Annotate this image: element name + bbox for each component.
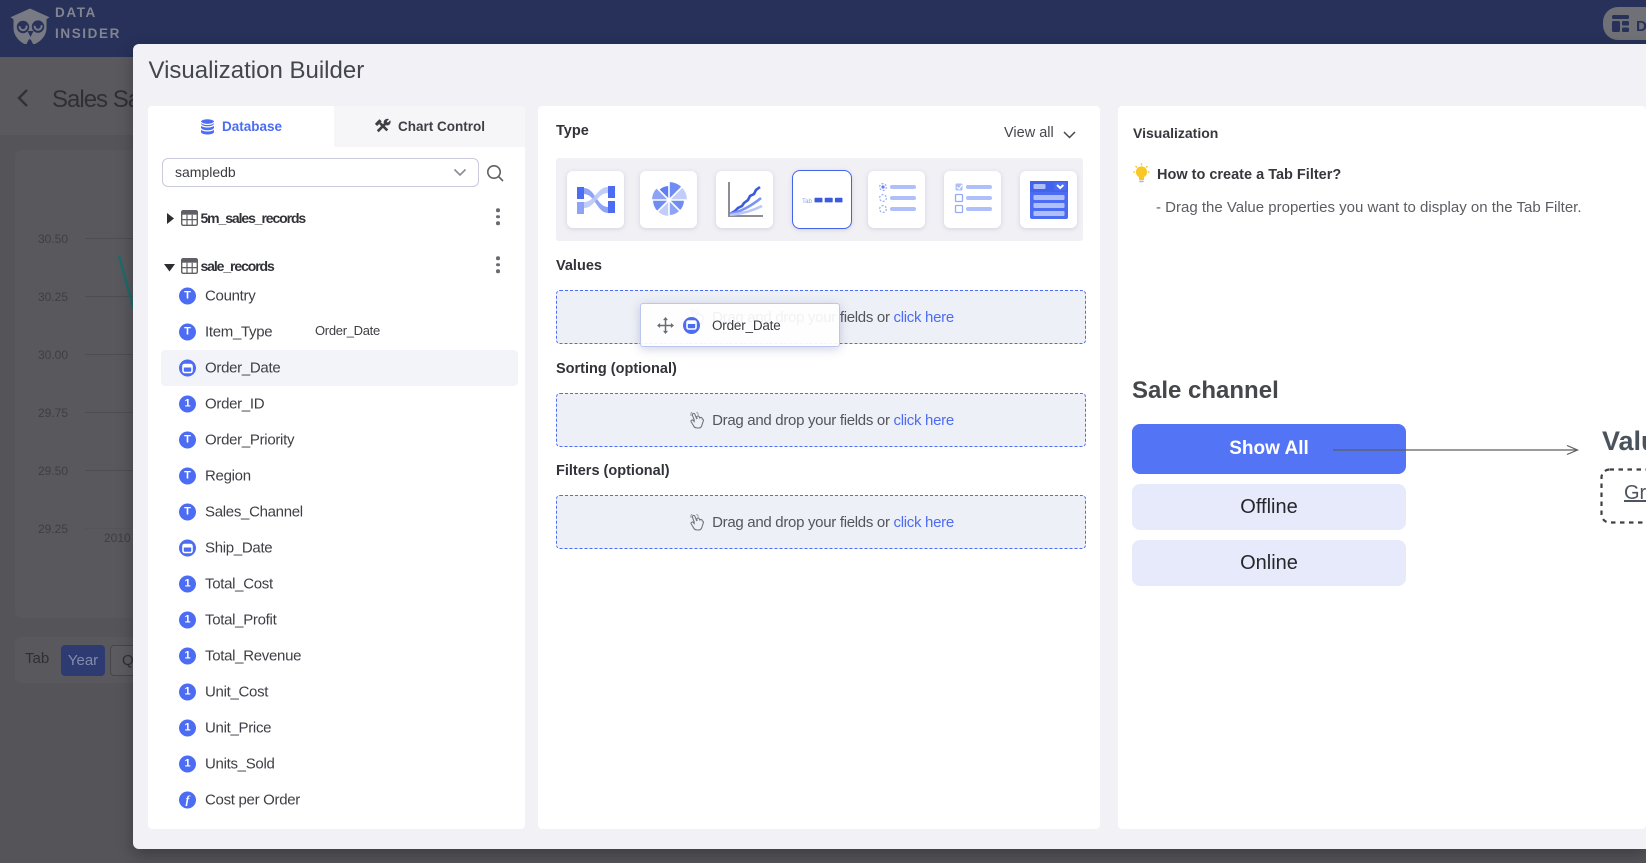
svg-text:Tab: Tab	[802, 197, 813, 204]
